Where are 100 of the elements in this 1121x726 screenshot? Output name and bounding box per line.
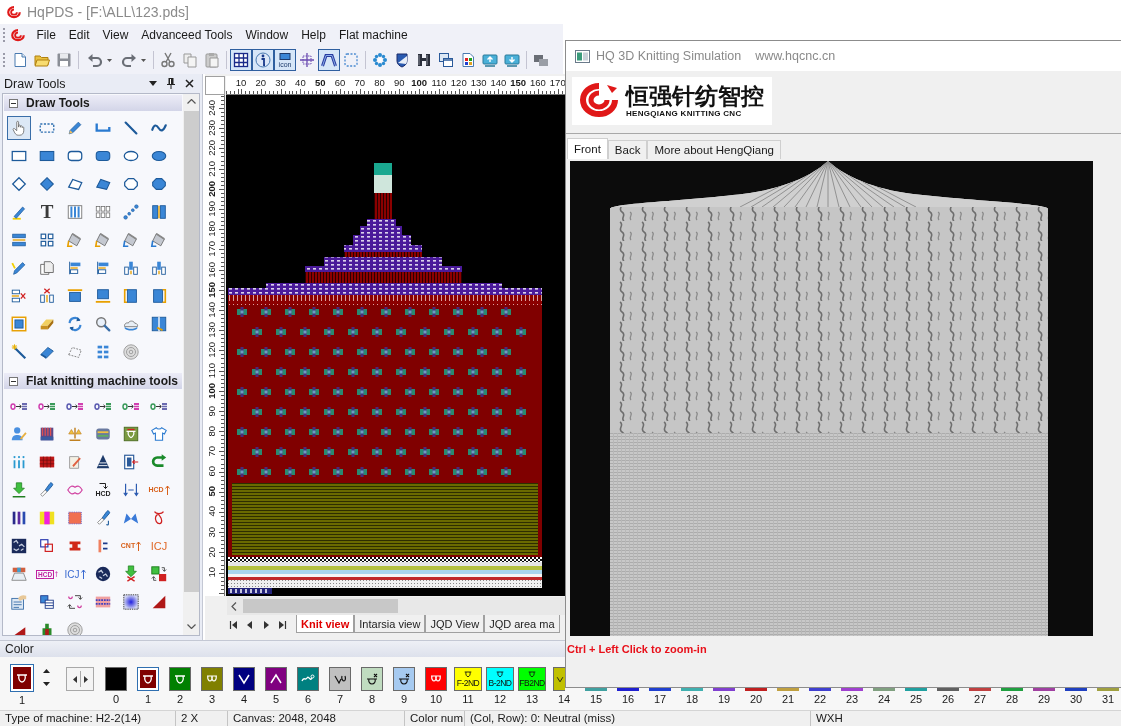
- first-tab-icon[interactable]: [229, 619, 239, 630]
- copy-pages-icon: [38, 259, 56, 277]
- color-swatch[interactable]: [201, 667, 223, 691]
- color-swatch[interactable]: [873, 688, 895, 691]
- color-number: 31: [1101, 693, 1115, 706]
- color-swatch[interactable]: B-2ND: [486, 667, 514, 691]
- view-tab[interactable]: Back: [607, 140, 648, 159]
- color-swatch[interactable]: [553, 667, 565, 691]
- color-swatch[interactable]: [681, 688, 703, 691]
- menu-item[interactable]: Edit: [62, 26, 97, 44]
- horizontal-scrollbar[interactable]: [227, 597, 566, 615]
- view-tab[interactable]: JQD area ma: [484, 615, 560, 633]
- color-swatch[interactable]: [169, 667, 191, 691]
- stacked-frames-icon: [38, 593, 56, 611]
- previous-tab-icon[interactable]: [245, 619, 255, 630]
- transfer-symbol-icon: [10, 401, 28, 411]
- color-swatch[interactable]: [745, 688, 767, 691]
- logo-subtitle: HENGQIANG KNITTING CNC: [626, 109, 742, 119]
- color-swatch[interactable]: FB2ND: [518, 667, 546, 691]
- color-swatch[interactable]: [1033, 688, 1055, 691]
- stripes-icon: [10, 509, 28, 527]
- color-swatch[interactable]: [265, 667, 287, 691]
- palette-scroll-button[interactable]: [66, 667, 94, 691]
- last-tab-icon[interactable]: [277, 619, 287, 630]
- group-header[interactable]: Draw Tools: [4, 95, 182, 111]
- app-logo-icon[interactable]: [9, 27, 27, 43]
- color-number: 1: [144, 693, 152, 706]
- ruler-label: 150: [510, 77, 527, 88]
- color-swatch[interactable]: [713, 688, 735, 691]
- scroll-up-icon[interactable]: [186, 99, 196, 104]
- view-tab[interactable]: Knit view: [296, 615, 355, 633]
- color-swatch[interactable]: [361, 667, 383, 691]
- menu-item[interactable]: View: [96, 26, 135, 44]
- menu-item[interactable]: Window: [239, 26, 295, 44]
- collapse-icon[interactable]: [9, 98, 18, 108]
- dropdown-arrow-icon[interactable]: [149, 81, 157, 86]
- color-swatch[interactable]: [809, 688, 831, 691]
- scroll-down-icon[interactable]: [186, 624, 196, 629]
- current-color-swatch[interactable]: [10, 664, 34, 692]
- design-canvas[interactable]: [226, 95, 566, 596]
- color-swatch[interactable]: [1097, 688, 1119, 691]
- tool-button[interactable]: ICJ: [63, 562, 87, 586]
- color-swatch[interactable]: [585, 688, 607, 691]
- color-swatch[interactable]: [937, 688, 959, 691]
- next-tab-icon[interactable]: [261, 619, 271, 630]
- color-swatch[interactable]: F-2ND: [454, 667, 482, 691]
- pin-icon[interactable]: [167, 78, 175, 89]
- tool-button[interactable]: T: [35, 200, 59, 224]
- ruler-label: 210: [206, 160, 217, 177]
- scrollbar-thumb[interactable]: [243, 599, 398, 613]
- color-swatch[interactable]: [393, 667, 415, 691]
- paint-bucket-icon: [122, 231, 140, 249]
- menu-item[interactable]: Flat machine: [332, 26, 415, 44]
- toolbar-button[interactable]: [230, 49, 252, 71]
- color-swatch[interactable]: [329, 667, 351, 691]
- ruler-label: 40: [295, 77, 306, 88]
- view-tab[interactable]: Front: [567, 138, 608, 159]
- status-text: Canvas: 2048, 2048: [233, 712, 336, 724]
- color-swatch[interactable]: [233, 667, 255, 691]
- website-url: www.hqcnc.cn: [755, 49, 836, 63]
- view-tab[interactable]: Intarsia view: [354, 615, 426, 633]
- ruler-label: 160: [206, 261, 217, 278]
- color-swatch[interactable]: [1001, 688, 1023, 691]
- color-swatch[interactable]: [649, 688, 671, 691]
- color-swatch[interactable]: [777, 688, 799, 691]
- color-number: 22: [813, 693, 827, 706]
- color-swatch[interactable]: [137, 667, 159, 691]
- window-icon: [575, 49, 590, 63]
- menu-item[interactable]: File: [30, 26, 63, 44]
- color-swatch[interactable]: [297, 667, 319, 691]
- view-tab[interactable]: JQD View: [425, 615, 485, 633]
- upload-monitor-icon: [482, 52, 498, 68]
- color-swatch[interactable]: [105, 667, 127, 691]
- color-swatch[interactable]: [905, 688, 927, 691]
- color-swatch[interactable]: [969, 688, 991, 691]
- close-icon[interactable]: [185, 79, 194, 88]
- panel-title: Color: [5, 642, 34, 656]
- panel-title: Draw Tools: [4, 76, 67, 91]
- grip-icon[interactable]: [3, 28, 6, 42]
- up-arrow-icon[interactable]: [42, 669, 50, 673]
- collapse-icon[interactable]: [9, 376, 18, 386]
- toolbar-button[interactable]: [318, 49, 340, 71]
- scroll-left-icon[interactable]: [231, 601, 237, 611]
- color-swatch[interactable]: [425, 667, 447, 691]
- down-arrow-icon[interactable]: [42, 682, 50, 686]
- color-swatch[interactable]: [617, 688, 639, 691]
- ruler-label: 60: [206, 466, 217, 477]
- view-tab[interactable]: More about HengQiang: [647, 140, 781, 159]
- color-swatch[interactable]: [841, 688, 863, 691]
- toolbar-button[interactable]: [252, 49, 274, 71]
- spatula-icon: [38, 481, 56, 499]
- app-logo-icon: [5, 4, 23, 20]
- grip-icon[interactable]: [3, 53, 6, 67]
- menu-item[interactable]: Help: [294, 26, 333, 44]
- overlapping-squares-icon: [38, 537, 56, 555]
- menu-item[interactable]: Advanceed Tools: [134, 26, 239, 44]
- color-number: 2: [176, 693, 184, 706]
- group-header[interactable]: Flat knitting machine tools: [4, 373, 182, 389]
- color-number: 9: [400, 693, 408, 706]
- color-swatch[interactable]: [1065, 688, 1087, 691]
